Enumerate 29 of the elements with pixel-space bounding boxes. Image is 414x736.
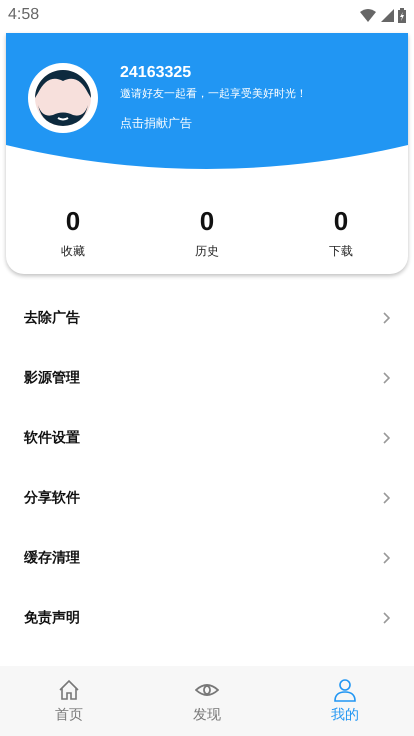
- chevron-right-icon: [383, 552, 390, 564]
- stat-label[interactable]: 历史: [195, 243, 219, 260]
- person-icon: [333, 678, 357, 702]
- battery-icon: [398, 8, 406, 22]
- stat-count: 0: [334, 206, 348, 237]
- chevron-right-icon: [383, 612, 390, 624]
- menu-item[interactable]: 缓存清理: [0, 528, 414, 588]
- stat-count: 0: [66, 206, 80, 237]
- menu-item[interactable]: 分享软件: [0, 468, 414, 528]
- home-icon: [57, 678, 81, 702]
- menu-item[interactable]: 去除广告: [0, 288, 414, 348]
- stat-label[interactable]: 下载: [329, 243, 353, 260]
- avatar-icon[interactable]: [28, 63, 98, 133]
- menu-item[interactable]: 免责声明: [0, 588, 414, 648]
- tab[interactable]: 发现: [167, 678, 247, 724]
- user-id: 24163325: [120, 64, 192, 82]
- chevron-right-icon: [383, 372, 390, 384]
- status-time: 4:58: [8, 6, 40, 24]
- chevron-right-icon: [383, 492, 390, 504]
- menu-item[interactable]: 影源管理: [0, 348, 414, 408]
- tab[interactable]: 首页: [29, 678, 109, 724]
- stat-label[interactable]: 收藏: [61, 243, 85, 260]
- stat-count: 0: [200, 206, 214, 237]
- chevron-right-icon: [383, 312, 390, 324]
- slogan: 邀请好友一起看，一起享受美好时光！: [120, 86, 307, 101]
- menu-item[interactable]: 软件设置: [0, 408, 414, 468]
- wifi-icon: [359, 8, 377, 22]
- chevron-right-icon: [383, 432, 390, 444]
- signal-icon: [381, 8, 394, 22]
